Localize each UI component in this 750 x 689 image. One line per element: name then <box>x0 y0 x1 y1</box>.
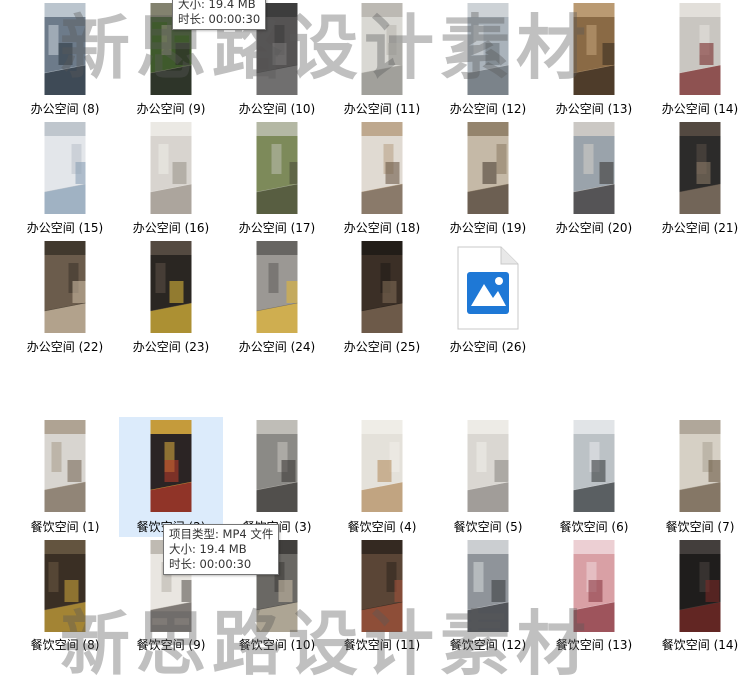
video-thumbnail <box>573 540 615 632</box>
file-name-label: 餐饮空间 (6) <box>559 520 629 534</box>
video-thumbnail <box>256 122 298 214</box>
file-name-label: 餐饮空间 (9) <box>136 638 206 652</box>
file-item[interactable]: 餐饮空间 (2) <box>119 417 223 537</box>
video-thumbnail <box>44 122 86 214</box>
file-tooltip: 项目类型: MP4 文件 大小: 19.4 MB 时长: 00:00:30 <box>163 524 280 575</box>
file-name-label: 办公空间 (10) <box>238 102 316 116</box>
file-name-label: 办公空间 (11) <box>343 102 421 116</box>
file-name-label: 餐饮空间 (1) <box>30 520 100 534</box>
file-item[interactable]: 餐饮空间 (3) <box>225 417 329 537</box>
video-thumbnail <box>150 122 192 214</box>
file-item[interactable]: 办公空间 (22) <box>13 238 117 357</box>
file-item[interactable]: 办公空间 (19) <box>436 119 540 238</box>
video-thumbnail <box>679 420 721 512</box>
tooltip-size: 大小: 19.4 MB <box>169 542 247 556</box>
file-item[interactable]: 办公空间 (21) <box>648 119 750 238</box>
file-name-label: 餐饮空间 (14) <box>661 638 739 652</box>
file-item[interactable]: 办公空间 (18) <box>330 119 434 238</box>
file-name-label: 办公空间 (15) <box>26 221 104 235</box>
file-item[interactable]: 办公空间 (25) <box>330 238 434 357</box>
file-name-label: 办公空间 (8) <box>30 102 100 116</box>
file-item[interactable]: 办公空间 (11) <box>330 0 434 119</box>
file-name-label: 餐饮空间 (11) <box>343 638 421 652</box>
tooltip-duration: 时长: 00:00:30 <box>178 12 261 26</box>
file-name-label: 办公空间 (12) <box>449 102 527 116</box>
file-item[interactable]: 办公空间 (16) <box>119 119 223 238</box>
file-item[interactable]: 餐饮空间 (8) <box>13 537 117 655</box>
video-thumbnail <box>150 420 192 512</box>
file-name-label: 办公空间 (24) <box>238 340 316 354</box>
file-name-label: 办公空间 (17) <box>238 221 316 235</box>
video-thumbnail <box>679 540 721 632</box>
file-item[interactable]: 办公空间 (20) <box>542 119 646 238</box>
video-thumbnail <box>44 420 86 512</box>
video-thumbnail <box>256 241 298 333</box>
video-thumbnail <box>679 122 721 214</box>
video-thumbnail <box>679 3 721 95</box>
file-name-label: 餐饮空间 (4) <box>347 520 417 534</box>
file-item[interactable]: 办公空间 (8) <box>13 0 117 119</box>
file-grid: 办公空间 (8) 办公空间 (9) 办公空间 (10) 办公空间 (11) 办公空间 (… <box>0 0 750 652</box>
file-item[interactable]: 餐饮空间 (14) <box>648 537 750 655</box>
video-thumbnail <box>573 3 615 95</box>
file-name-label: 办公空间 (13) <box>555 102 633 116</box>
file-item[interactable]: 办公空间 (14) <box>648 0 750 119</box>
file-name-label: 办公空间 (18) <box>343 221 421 235</box>
file-item[interactable]: 餐饮空间 (11) <box>330 537 434 655</box>
video-thumbnail <box>361 122 403 214</box>
video-thumbnail <box>573 420 615 512</box>
file-item[interactable]: 餐饮空间 (1) <box>13 417 117 537</box>
video-thumbnail <box>361 540 403 632</box>
file-item[interactable]: 办公空间 (17) <box>225 119 329 238</box>
file-item[interactable]: 餐饮空间 (12) <box>436 537 540 655</box>
file-item[interactable]: 餐饮空间 (6) <box>542 417 646 537</box>
file-item[interactable]: 办公空间 (12) <box>436 0 540 119</box>
file-name-label: 餐饮空间 (12) <box>449 638 527 652</box>
video-thumbnail <box>361 3 403 95</box>
file-tooltip-top: 大小: 19.4 MB 时长: 00:00:30 <box>172 0 267 30</box>
video-thumbnail <box>467 122 509 214</box>
file-name-label: 办公空间 (23) <box>132 340 210 354</box>
file-name-label: 办公空间 (9) <box>136 102 206 116</box>
tooltip-size: 大小: 19.4 MB <box>178 0 256 11</box>
tooltip-type: 项目类型: MP4 文件 <box>169 527 274 541</box>
file-name-label: 餐饮空间 (8) <box>30 638 100 652</box>
file-name-label: 办公空间 (14) <box>661 102 739 116</box>
file-name-label: 办公空间 (25) <box>343 340 421 354</box>
tooltip-duration: 时长: 00:00:30 <box>169 557 252 571</box>
video-thumbnail <box>573 122 615 214</box>
video-thumbnail <box>467 420 509 512</box>
video-thumbnail <box>467 540 509 632</box>
video-thumbnail <box>44 3 86 95</box>
file-name-label: 办公空间 (16) <box>132 221 210 235</box>
file-item[interactable]: 餐饮空间 (7) <box>648 417 750 537</box>
file-name-label: 办公空间 (21) <box>661 221 739 235</box>
video-thumbnail <box>361 241 403 333</box>
file-item[interactable]: 办公空间 (13) <box>542 0 646 119</box>
file-item[interactable]: 办公空间 (26) <box>436 238 540 357</box>
image-file-icon <box>457 246 519 334</box>
file-name-label: 餐饮空间 (10) <box>238 638 316 652</box>
file-item[interactable]: 办公空间 (24) <box>225 238 329 357</box>
video-thumbnail <box>467 3 509 95</box>
file-item[interactable]: 办公空间 (23) <box>119 238 223 357</box>
video-thumbnail <box>150 241 192 333</box>
video-thumbnail <box>361 420 403 512</box>
file-name-label: 办公空间 (19) <box>449 221 527 235</box>
file-item[interactable]: 餐饮空间 (4) <box>330 417 434 537</box>
video-thumbnail <box>44 241 86 333</box>
file-name-label: 办公空间 (20) <box>555 221 633 235</box>
file-item[interactable]: 餐饮空间 (5) <box>436 417 540 537</box>
file-name-label: 办公空间 (22) <box>26 340 104 354</box>
video-thumbnail <box>44 540 86 632</box>
file-name-label: 餐饮空间 (13) <box>555 638 633 652</box>
file-item[interactable]: 餐饮空间 (13) <box>542 537 646 655</box>
file-name-label: 办公空间 (26) <box>449 340 527 354</box>
file-item[interactable]: 办公空间 (15) <box>13 119 117 238</box>
video-thumbnail <box>256 420 298 512</box>
file-name-label: 餐饮空间 (7) <box>665 520 735 534</box>
file-name-label: 餐饮空间 (5) <box>453 520 523 534</box>
